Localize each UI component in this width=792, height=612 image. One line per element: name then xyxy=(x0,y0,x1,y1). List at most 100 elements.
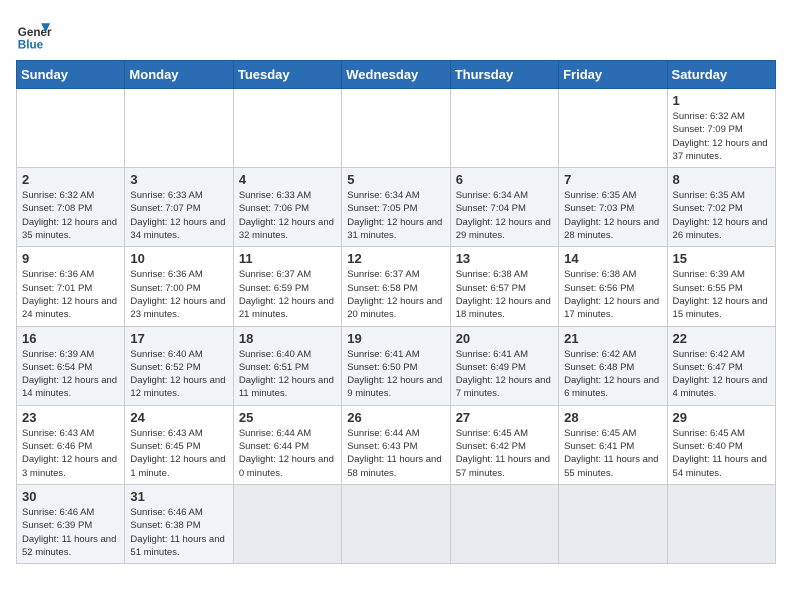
day-info: Sunrise: 6:33 AM Sunset: 7:07 PM Dayligh… xyxy=(130,189,227,242)
day-info: Sunrise: 6:44 AM Sunset: 6:44 PM Dayligh… xyxy=(239,427,336,480)
calendar-cell: 7Sunrise: 6:35 AM Sunset: 7:03 PM Daylig… xyxy=(559,168,667,247)
calendar-cell: 2Sunrise: 6:32 AM Sunset: 7:08 PM Daylig… xyxy=(17,168,125,247)
day-number: 24 xyxy=(130,410,227,425)
calendar-cell: 16 Sunrise: 6:39 AM Sunset: 6:54 PM Dayli… xyxy=(17,326,125,405)
day-number: 30 xyxy=(22,489,119,504)
day-info: Sunrise: 6:33 AM Sunset: 7:06 PM Dayligh… xyxy=(239,189,336,242)
calendar-cell: 20 Sunrise: 6:41 AM Sunset: 6:49 PM Dayli… xyxy=(450,326,558,405)
day-number: 10 xyxy=(130,251,227,266)
svg-text:Blue: Blue xyxy=(18,38,44,51)
calendar-header-row: SundayMondayTuesdayWednesdayThursdayFrid… xyxy=(17,61,776,89)
day-info: Sunrise: 6:45 AM Sunset: 6:42 PM Dayligh… xyxy=(456,427,553,480)
day-number: 16 xyxy=(22,331,119,346)
day-number: 15 xyxy=(673,251,770,266)
calendar-cell: 15 Sunrise: 6:39 AM Sunset: 6:55 PM Dayli… xyxy=(667,247,775,326)
day-info: Sunrise: 6:44 AM Sunset: 6:43 PM Dayligh… xyxy=(347,427,444,480)
day-number: 22 xyxy=(673,331,770,346)
calendar-cell: 14Sunrise: 6:38 AM Sunset: 6:56 PM Dayli… xyxy=(559,247,667,326)
day-header-saturday: Saturday xyxy=(667,61,775,89)
calendar-cell: 3Sunrise: 6:33 AM Sunset: 7:07 PM Daylig… xyxy=(125,168,233,247)
calendar-cell: 25 Sunrise: 6:44 AM Sunset: 6:44 PM Dayli… xyxy=(233,405,341,484)
calendar-cell: 5 Sunrise: 6:34 AM Sunset: 7:05 PM Daylig… xyxy=(342,168,450,247)
day-info: Sunrise: 6:39 AM Sunset: 6:54 PM Dayligh… xyxy=(22,348,119,401)
day-number: 12 xyxy=(347,251,444,266)
day-info: Sunrise: 6:35 AM Sunset: 7:02 PM Dayligh… xyxy=(673,189,770,242)
day-number: 18 xyxy=(239,331,336,346)
day-info: Sunrise: 6:34 AM Sunset: 7:05 PM Dayligh… xyxy=(347,189,444,242)
calendar-cell xyxy=(342,89,450,168)
day-info: Sunrise: 6:41 AM Sunset: 6:49 PM Dayligh… xyxy=(456,348,553,401)
calendar-week-6: 30Sunrise: 6:46 AM Sunset: 6:39 PM Dayli… xyxy=(17,484,776,563)
calendar-cell xyxy=(667,484,775,563)
calendar-cell: 26 Sunrise: 6:44 AM Sunset: 6:43 PM Dayli… xyxy=(342,405,450,484)
day-number: 9 xyxy=(22,251,119,266)
day-info: Sunrise: 6:36 AM Sunset: 7:00 PM Dayligh… xyxy=(130,268,227,321)
day-info: Sunrise: 6:45 AM Sunset: 6:40 PM Dayligh… xyxy=(673,427,770,480)
day-info: Sunrise: 6:42 AM Sunset: 6:47 PM Dayligh… xyxy=(673,348,770,401)
calendar-cell: 11 Sunrise: 6:37 AM Sunset: 6:59 PM Dayli… xyxy=(233,247,341,326)
calendar-cell: 23 Sunrise: 6:43 AM Sunset: 6:46 PM Dayli… xyxy=(17,405,125,484)
calendar-cell: 9Sunrise: 6:36 AM Sunset: 7:01 PM Daylig… xyxy=(17,247,125,326)
calendar-cell: 22 Sunrise: 6:42 AM Sunset: 6:47 PM Dayli… xyxy=(667,326,775,405)
calendar-week-1: 1 Sunrise: 6:32 AM Sunset: 7:09 PM Daylig… xyxy=(17,89,776,168)
calendar-cell: 12 Sunrise: 6:37 AM Sunset: 6:58 PM Dayli… xyxy=(342,247,450,326)
day-info: Sunrise: 6:45 AM Sunset: 6:41 PM Dayligh… xyxy=(564,427,661,480)
calendar-table: SundayMondayTuesdayWednesdayThursdayFrid… xyxy=(16,60,776,564)
calendar-cell: 1 Sunrise: 6:32 AM Sunset: 7:09 PM Daylig… xyxy=(667,89,775,168)
page-header: General Blue xyxy=(16,16,776,52)
day-number: 28 xyxy=(564,410,661,425)
calendar-cell: 28 Sunrise: 6:45 AM Sunset: 6:41 PM Dayli… xyxy=(559,405,667,484)
day-info: Sunrise: 6:39 AM Sunset: 6:55 PM Dayligh… xyxy=(673,268,770,321)
day-number: 25 xyxy=(239,410,336,425)
day-number: 20 xyxy=(456,331,553,346)
calendar-cell: 29 Sunrise: 6:45 AM Sunset: 6:40 PM Dayli… xyxy=(667,405,775,484)
day-info: Sunrise: 6:42 AM Sunset: 6:48 PM Dayligh… xyxy=(564,348,661,401)
calendar-cell: 10 Sunrise: 6:36 AM Sunset: 7:00 PM Dayli… xyxy=(125,247,233,326)
calendar-cell: 19 Sunrise: 6:41 AM Sunset: 6:50 PM Dayli… xyxy=(342,326,450,405)
day-number: 21 xyxy=(564,331,661,346)
day-number: 6 xyxy=(456,172,553,187)
day-info: Sunrise: 6:37 AM Sunset: 6:59 PM Dayligh… xyxy=(239,268,336,321)
calendar-cell xyxy=(233,484,341,563)
calendar-cell: 8 Sunrise: 6:35 AM Sunset: 7:02 PM Daylig… xyxy=(667,168,775,247)
calendar-cell xyxy=(125,89,233,168)
calendar-cell: 24 Sunrise: 6:43 AM Sunset: 6:45 PM Dayli… xyxy=(125,405,233,484)
day-number: 19 xyxy=(347,331,444,346)
day-info: Sunrise: 6:32 AM Sunset: 7:09 PM Dayligh… xyxy=(673,110,770,163)
calendar-cell xyxy=(233,89,341,168)
calendar-cell xyxy=(559,484,667,563)
day-number: 1 xyxy=(673,93,770,108)
day-number: 23 xyxy=(22,410,119,425)
calendar-week-4: 16 Sunrise: 6:39 AM Sunset: 6:54 PM Dayli… xyxy=(17,326,776,405)
day-number: 8 xyxy=(673,172,770,187)
calendar-cell xyxy=(450,89,558,168)
day-number: 7 xyxy=(564,172,661,187)
day-info: Sunrise: 6:37 AM Sunset: 6:58 PM Dayligh… xyxy=(347,268,444,321)
day-info: Sunrise: 6:41 AM Sunset: 6:50 PM Dayligh… xyxy=(347,348,444,401)
calendar-cell: 21 Sunrise: 6:42 AM Sunset: 6:48 PM Dayli… xyxy=(559,326,667,405)
day-number: 2 xyxy=(22,172,119,187)
calendar-cell: 6Sunrise: 6:34 AM Sunset: 7:04 PM Daylig… xyxy=(450,168,558,247)
calendar-cell: 4Sunrise: 6:33 AM Sunset: 7:06 PM Daylig… xyxy=(233,168,341,247)
calendar-cell xyxy=(559,89,667,168)
day-header-friday: Friday xyxy=(559,61,667,89)
day-info: Sunrise: 6:38 AM Sunset: 6:56 PM Dayligh… xyxy=(564,268,661,321)
day-number: 13 xyxy=(456,251,553,266)
calendar-cell: 31Sunrise: 6:46 AM Sunset: 6:38 PM Dayli… xyxy=(125,484,233,563)
day-header-sunday: Sunday xyxy=(17,61,125,89)
day-info: Sunrise: 6:40 AM Sunset: 6:52 PM Dayligh… xyxy=(130,348,227,401)
day-info: Sunrise: 6:43 AM Sunset: 6:46 PM Dayligh… xyxy=(22,427,119,480)
day-number: 26 xyxy=(347,410,444,425)
day-header-wednesday: Wednesday xyxy=(342,61,450,89)
day-number: 5 xyxy=(347,172,444,187)
day-info: Sunrise: 6:43 AM Sunset: 6:45 PM Dayligh… xyxy=(130,427,227,480)
day-number: 11 xyxy=(239,251,336,266)
day-info: Sunrise: 6:40 AM Sunset: 6:51 PM Dayligh… xyxy=(239,348,336,401)
day-number: 29 xyxy=(673,410,770,425)
logo-icon: General Blue xyxy=(16,16,52,52)
day-number: 27 xyxy=(456,410,553,425)
calendar-week-3: 9Sunrise: 6:36 AM Sunset: 7:01 PM Daylig… xyxy=(17,247,776,326)
calendar-cell: 27 Sunrise: 6:45 AM Sunset: 6:42 PM Dayli… xyxy=(450,405,558,484)
day-number: 17 xyxy=(130,331,227,346)
calendar-cell: 13Sunrise: 6:38 AM Sunset: 6:57 PM Dayli… xyxy=(450,247,558,326)
